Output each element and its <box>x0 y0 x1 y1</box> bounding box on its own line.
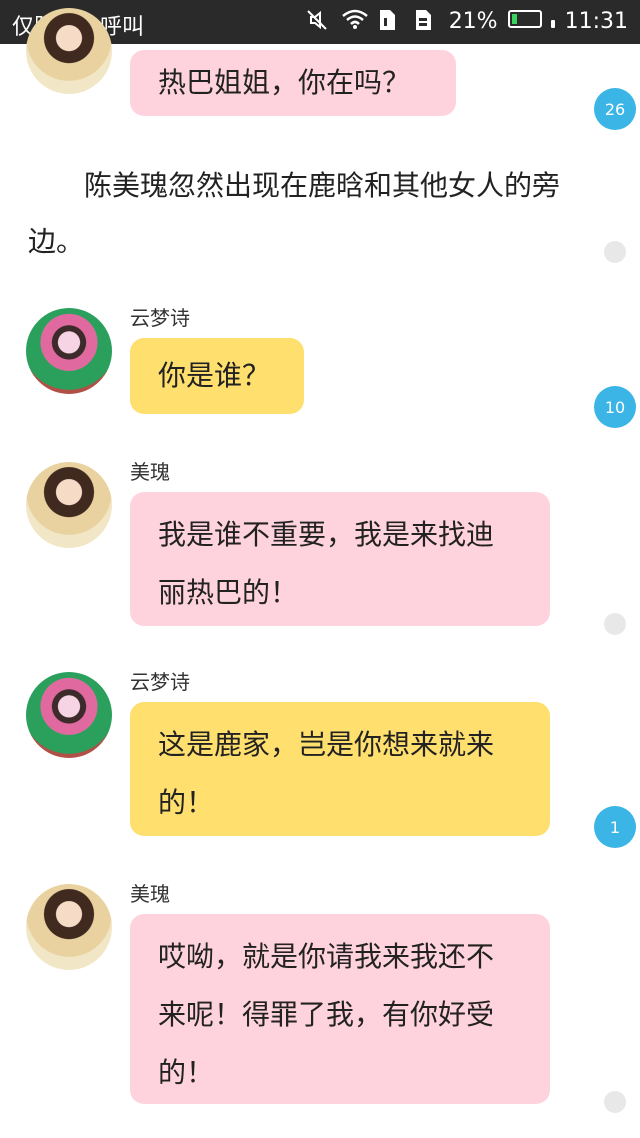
narration-text: 陈美瑰忽然出现在鹿晗和其他女人的旁边。 <box>28 169 561 258</box>
comment-count-badge[interactable]: 10 <box>594 386 636 428</box>
wifi-icon <box>341 8 368 34</box>
sender-name: 云梦诗 <box>130 306 190 330</box>
avatar[interactable] <box>26 8 112 94</box>
battery-charging-icon <box>507 9 555 34</box>
avatar[interactable] <box>26 672 112 758</box>
message-line: 的！ <box>158 786 215 819</box>
message-bubble[interactable]: 我是谁不重要，我是来找迪 丽热巴的！ <box>130 492 550 626</box>
message-line: 哎呦，就是你请我来我还不 <box>158 940 495 973</box>
sim2-icon <box>413 8 439 34</box>
sender-name: 云梦诗 <box>130 670 190 694</box>
message-line: 丽热巴的！ <box>158 576 299 609</box>
message-bubble[interactable]: 热巴姐姐，你在吗？ <box>130 50 456 116</box>
comment-count-badge[interactable]: 26 <box>594 88 636 130</box>
avatar[interactable] <box>26 462 112 548</box>
message-line: 来呢！得罪了我，有你好受 <box>158 998 495 1031</box>
battery-percent: 21% <box>448 8 498 34</box>
comment-dot[interactable] <box>604 613 626 635</box>
mute-icon <box>305 8 331 34</box>
message-bubble[interactable]: 这是鹿家，岂是你想来就来 的！ <box>130 702 550 836</box>
avatar[interactable] <box>26 884 112 970</box>
chat-feed[interactable]: 热巴姐姐，你在吗？ 26 陈美瑰忽然出现在鹿晗和其他女人的旁边。 云梦诗 你是谁… <box>0 8 640 1138</box>
message-line: 的！ <box>158 1056 215 1089</box>
comment-dot[interactable] <box>604 241 626 263</box>
comment-dot[interactable] <box>604 1091 626 1113</box>
message-line: 这是鹿家，岂是你想来就来 <box>158 728 495 761</box>
sim1-icon <box>377 8 403 34</box>
message-bubble[interactable]: 哎呦，就是你请我来我还不 来呢！得罪了我，有你好受 的！ <box>130 914 550 1104</box>
comment-count-badge[interactable]: 1 <box>594 806 636 848</box>
sender-name: 美瑰 <box>130 882 170 906</box>
message-line: 我是谁不重要，我是来找迪 <box>158 518 495 551</box>
clock: 11:31 <box>564 8 628 34</box>
sender-name: 美瑰 <box>130 460 170 484</box>
message-bubble[interactable]: 你是谁？ <box>130 338 304 414</box>
avatar[interactable] <box>26 308 112 394</box>
